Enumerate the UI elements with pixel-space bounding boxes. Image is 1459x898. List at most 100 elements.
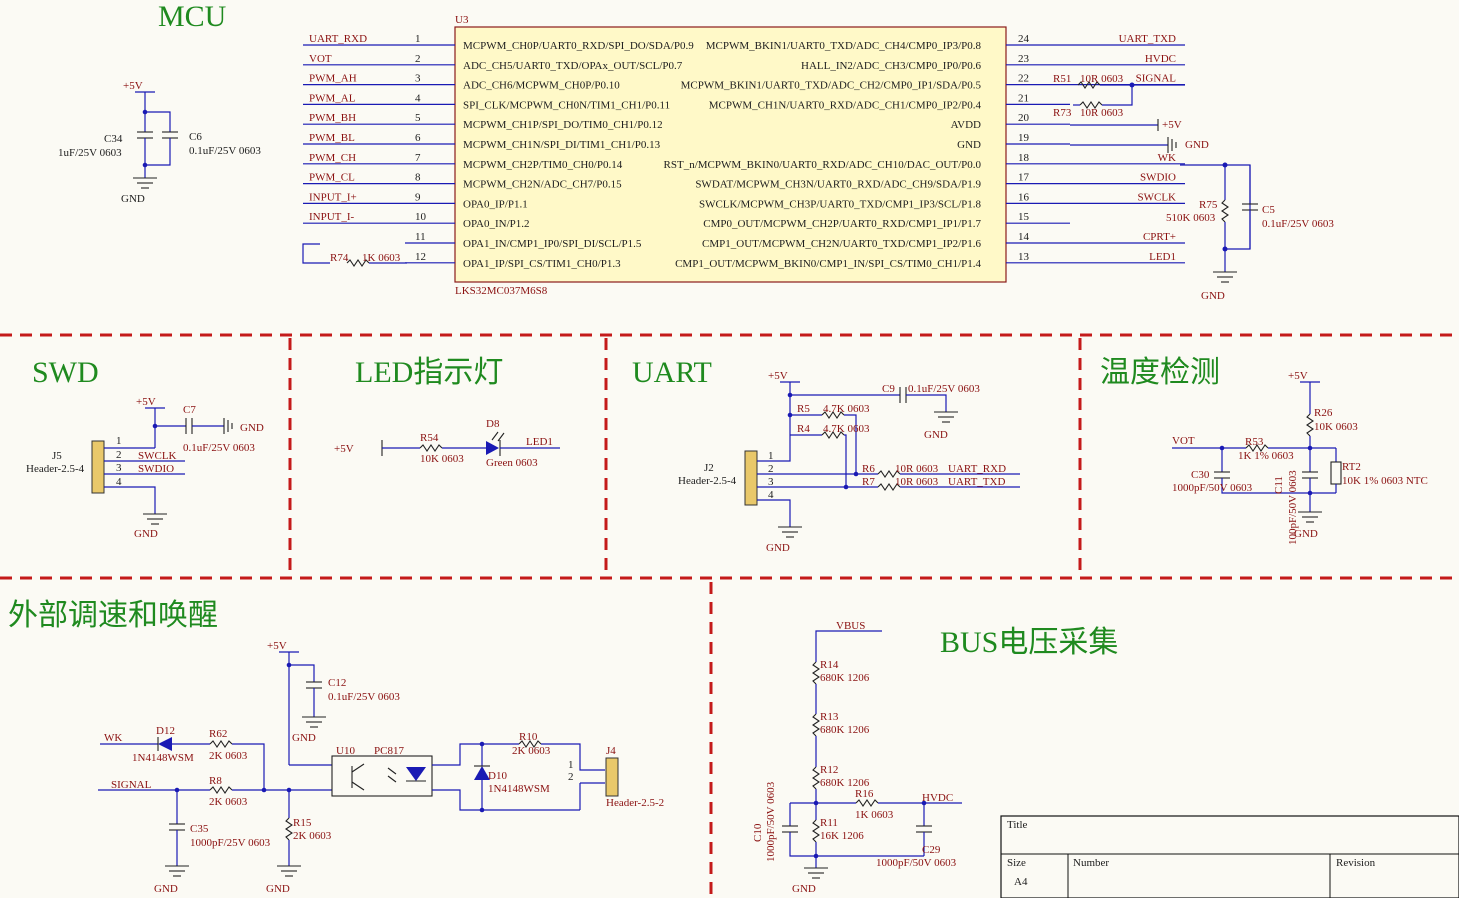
title-block-revision: Revision (1336, 857, 1376, 869)
r7-value: 10R 0603 (895, 476, 939, 488)
j4-pin1: 1 (568, 759, 574, 771)
title-block-size-value: A4 (1014, 876, 1028, 888)
u3-pin-10-number: 10 (415, 211, 427, 223)
u3-net-18: WK (1158, 152, 1176, 164)
mcu-gnd-label: GND (1185, 139, 1209, 151)
r54-ref: R54 (420, 432, 439, 444)
r8-ref: R8 (209, 775, 222, 787)
r5-value: 4.7K 0603 (823, 403, 870, 415)
r11-value: 16K 1206 (820, 830, 864, 842)
u3-pin-23-number: 23 (1018, 53, 1030, 65)
u3-net-24: UART_TXD (1119, 33, 1176, 45)
led-5v-label: +5V (334, 443, 354, 455)
u3-pin-3-function: ADC_CH6/MCPWM_CH0P/P0.10 (463, 80, 620, 92)
c12-ref: C12 (328, 677, 346, 689)
u3-net-14: CPRT+ (1143, 231, 1176, 243)
d12-value: 1N4148WSM (132, 752, 194, 764)
u3-pin-17-function: SWDAT/MCPWM_CH3N/UART0_RXD/ADC_CH9/SDA/P… (695, 179, 981, 191)
wk-net: WK (104, 732, 122, 744)
u3-net-4: PWM_AL (309, 92, 356, 104)
r5-ref: R5 (797, 403, 810, 415)
u3-pin-14-number: 14 (1018, 231, 1030, 243)
r73-ref: R73 (1053, 107, 1072, 119)
u3-pin-4-number: 4 (415, 92, 421, 104)
u3-pin-1-number: 1 (415, 33, 421, 45)
c6-ref: C6 (189, 131, 202, 143)
d10-value: 1N4148WSM (488, 783, 550, 795)
u3-pin-7-number: 7 (415, 152, 421, 164)
section-title-led: LED指示灯 (355, 356, 503, 389)
r8-value: 2K 0603 (209, 796, 248, 808)
temp-section: +5V R26 10K 0603 VOT R53 1K 1% 0603 C30 … (1172, 370, 1428, 545)
u3-pin-10-function: OPA0_IN/P1.2 (463, 218, 530, 230)
bus-section: VBUS R14 680K 1206 R13 680K 1206 R12 680… (752, 620, 962, 895)
u10-part: PC817 (374, 745, 404, 757)
u3-pin-2-function: ADC_CH5/UART0_TXD/OPAx_OUT/SCL/P0.7 (463, 60, 683, 72)
r14-value: 680K 1206 (820, 672, 870, 684)
u3-pin-5-number: 5 (415, 112, 421, 124)
led-section: +5V R54 10K 0603 D8 Green 0603 LED1 (334, 418, 560, 469)
u3-net-13: LED1 (1149, 251, 1176, 263)
c30-ref: C30 (1191, 469, 1210, 481)
u3-net-22: SIGNAL (1136, 73, 1177, 85)
r74-ref: R74 (330, 252, 349, 264)
j5-header[interactable] (91, 440, 105, 494)
u3-pin-18-function: RST_n/MCPWM_BKIN0/UART0_RXD/ADC_CH10/DAC… (664, 159, 982, 171)
j4-pin2: 2 (568, 771, 574, 783)
swd-gnd-bottom: GND (134, 528, 158, 540)
u3-net-23: HVDC (1145, 53, 1176, 65)
u3-net-7: PWM_CH (309, 152, 356, 164)
u3-pin-11-function: OPA1_IN/CMP1_IP0/SPI_DI/SCL/P1.5 (463, 238, 642, 250)
r13-value: 680K 1206 (820, 724, 870, 736)
u3-pin-12-number: 12 (415, 251, 426, 263)
u10-ref: U10 (336, 745, 355, 757)
c34-5v-label: +5V (123, 80, 143, 92)
u3-pin-19-function: GND (957, 139, 981, 151)
r53-ref: R53 (1245, 436, 1264, 448)
u3-pin-8-function: MCPWM_CH2N/ADC_CH7/P0.15 (463, 179, 622, 191)
c10-ref: C10 (752, 823, 764, 842)
j5-ref: J5 (52, 450, 62, 462)
j5-pin3: 3 (116, 462, 122, 474)
section-title-temp: 温度检测 (1100, 356, 1220, 389)
d8-led-icon (486, 441, 499, 455)
u3-pin-2-number: 2 (415, 53, 421, 65)
j2-pin2: 2 (768, 463, 774, 475)
r10-ref: R10 (519, 731, 538, 743)
swd-5v-label: +5V (136, 396, 156, 408)
led1-net: LED1 (526, 436, 553, 448)
u3-pin-7-function: MCPWM_CH2P/TIM0_CH0/P0.14 (463, 159, 623, 171)
ext-5v-label: +5V (267, 640, 287, 652)
j2-header[interactable] (744, 450, 758, 506)
r26-value: 10K 0603 (1314, 421, 1358, 433)
u3-pin-8-number: 8 (415, 172, 421, 184)
u10-led-icon (406, 767, 426, 781)
u3-pin-3-number: 3 (415, 73, 421, 85)
r6-value: 10R 0603 (895, 463, 939, 475)
r15-ref: R15 (293, 817, 312, 829)
d8-value: Green 0603 (486, 457, 538, 469)
r10-value: 2K 0603 (512, 745, 551, 757)
swd-swdio-label: SWDIO (138, 463, 174, 475)
j4-header[interactable] (605, 757, 619, 797)
r14-ref: R14 (820, 659, 839, 671)
r73-value: 10R 0603 (1080, 107, 1124, 119)
c35-value: 1000pF/25V 0603 (190, 837, 271, 849)
schematic-canvas: MCU SWD LED指示灯 UART 温度检测 外部调速和唤醒 BUS电压采集… (0, 0, 1459, 898)
u3-pin-22-number: 22 (1018, 73, 1029, 85)
wk-gnd-label: GND (1201, 290, 1225, 302)
uart-section: J2 Header-2.5-4 1 2 3 4 +5V C9 0.1uF/25V… (678, 370, 1020, 554)
c29-ref: C29 (922, 844, 941, 856)
d8-ref: D8 (486, 418, 500, 430)
u3-pin-17-number: 17 (1018, 172, 1030, 184)
temp-gnd-label: GND (1294, 528, 1318, 540)
d12-ref: D12 (156, 725, 175, 737)
c7-value: 0.1uF/25V 0603 (183, 442, 255, 454)
r51-ref: R51 (1053, 73, 1071, 85)
vbus-net: VBUS (836, 620, 865, 632)
c10-value: 1000pF/50V 0603 (765, 781, 777, 862)
temp-5v-label: +5V (1288, 370, 1308, 382)
mcu-u3[interactable]: U3 LKS32MC037M6S8 1 MCPWM_CH0P/UART0_RXD/… (303, 14, 1185, 297)
u3-pin-9-function: OPA0_IP/P1.1 (463, 198, 528, 210)
section-title-swd: SWD (32, 356, 99, 389)
